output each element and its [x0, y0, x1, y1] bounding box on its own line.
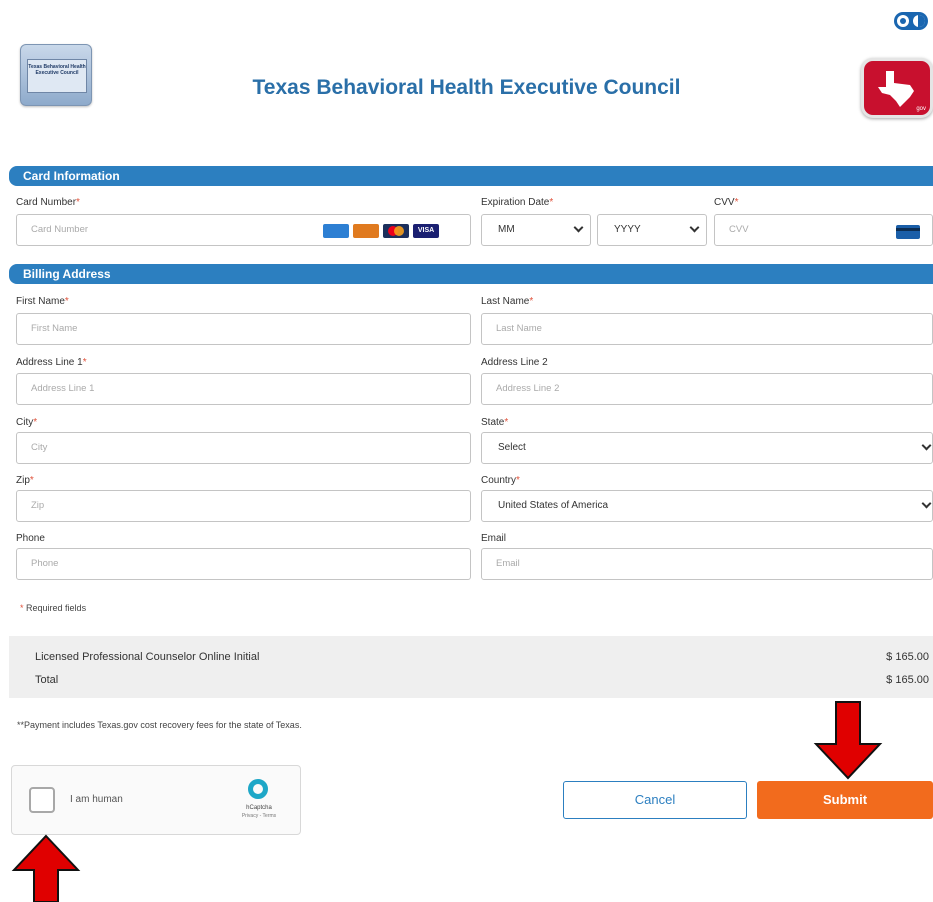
zip-label: Zip* — [16, 475, 34, 486]
amex-logo-icon — [323, 224, 349, 238]
page-title: Texas Behavioral Health Executive Counci… — [252, 76, 681, 99]
expiration-year-value: YYYY — [614, 224, 641, 235]
first-name-placeholder: First Name — [31, 323, 78, 334]
visa-logo-icon: VISA — [413, 224, 439, 238]
expiration-month-select[interactable]: MM — [481, 214, 591, 246]
accessibility-toggle-icon[interactable] — [894, 12, 928, 30]
state-label: State* — [481, 417, 509, 428]
phone-label: Phone — [16, 533, 45, 544]
card-number-placeholder: Card Number — [31, 224, 89, 235]
texas-gov-logo: gov — [861, 58, 933, 118]
expiration-year-select[interactable]: YYYY — [597, 214, 707, 246]
email-placeholder: Email — [496, 558, 520, 569]
chevron-down-icon — [689, 222, 700, 233]
cvv-card-icon — [896, 225, 920, 239]
summary-item-label: Licensed Professional Counselor Online I… — [35, 651, 260, 663]
submit-button[interactable]: Submit — [757, 781, 933, 819]
discover-logo-icon — [353, 224, 379, 238]
cvv-placeholder: CVV — [729, 224, 749, 235]
required-fields-note: * Required fields — [20, 603, 87, 613]
hcaptcha-widget: I am human hCaptcha Privacy - Terms — [11, 765, 301, 835]
payment-summary: Licensed Professional Counselor Online I… — [9, 636, 933, 698]
address-line-1-placeholder: Address Line 1 — [31, 383, 95, 394]
billing-address-header: Billing Address — [9, 264, 933, 284]
chevron-down-icon — [921, 498, 932, 509]
captcha-checkbox[interactable] — [29, 787, 55, 813]
address-line-2-placeholder: Address Line 2 — [496, 383, 560, 394]
address-line-2-label: Address Line 2 — [481, 357, 548, 368]
mastercard-logo-icon — [383, 224, 409, 238]
city-placeholder: City — [31, 442, 48, 453]
summary-total-row: Total $ 165.00 — [35, 674, 929, 686]
first-name-input[interactable]: First Name — [16, 313, 471, 345]
hcaptcha-brand: hCaptcha — [246, 805, 272, 811]
country-select-value: United States of America — [498, 500, 609, 511]
city-label: City* — [16, 417, 38, 428]
card-number-label: Card Number* — [16, 197, 80, 208]
arrow-down-icon — [813, 701, 883, 780]
first-name-label: First Name* — [16, 296, 69, 307]
last-name-input[interactable]: Last Name — [481, 313, 933, 345]
chevron-down-icon — [921, 440, 932, 451]
country-label: Country* — [481, 475, 520, 486]
expiration-date-label: Expiration Date* — [481, 197, 554, 208]
summary-item-row: Licensed Professional Counselor Online I… — [35, 651, 929, 663]
hcaptcha-links[interactable]: Privacy - Terms — [234, 813, 284, 819]
summary-item-amount: $ 165.00 — [886, 651, 929, 663]
zip-placeholder: Zip — [31, 500, 45, 511]
texas-gov-logo-text: gov — [916, 106, 926, 112]
arrow-up-icon — [11, 834, 81, 902]
summary-total-label: Total — [35, 674, 59, 686]
chevron-down-icon — [573, 222, 584, 233]
card-number-input[interactable]: Card Number VISA — [16, 214, 471, 246]
cancel-button[interactable]: Cancel — [563, 781, 747, 819]
cvv-input[interactable]: CVV — [714, 214, 933, 246]
captcha-label: I am human — [70, 794, 123, 805]
email-input[interactable]: Email — [481, 548, 933, 580]
summary-total-amount: $ 165.00 — [886, 674, 929, 686]
fee-note: **Payment includes Texas.gov cost recove… — [17, 720, 302, 730]
cvv-label: CVV* — [714, 197, 739, 208]
last-name-placeholder: Last Name — [496, 323, 542, 334]
last-name-label: Last Name* — [481, 296, 534, 307]
address-line-2-input[interactable]: Address Line 2 — [481, 373, 933, 405]
address-line-1-input[interactable]: Address Line 1 — [16, 373, 471, 405]
zip-input[interactable]: Zip — [16, 490, 471, 522]
card-information-header: Card Information — [9, 166, 933, 186]
hcaptcha-logo-icon — [248, 779, 268, 799]
city-input[interactable]: City — [16, 432, 471, 464]
state-select[interactable]: Select — [481, 432, 933, 464]
phone-input[interactable]: Phone — [16, 548, 471, 580]
email-label: Email — [481, 533, 507, 544]
phone-placeholder: Phone — [31, 558, 59, 569]
expiration-month-value: MM — [498, 224, 515, 235]
state-select-value: Select — [498, 442, 526, 453]
country-select[interactable]: United States of America — [481, 490, 933, 522]
address-line-1-label: Address Line 1* — [16, 357, 87, 368]
